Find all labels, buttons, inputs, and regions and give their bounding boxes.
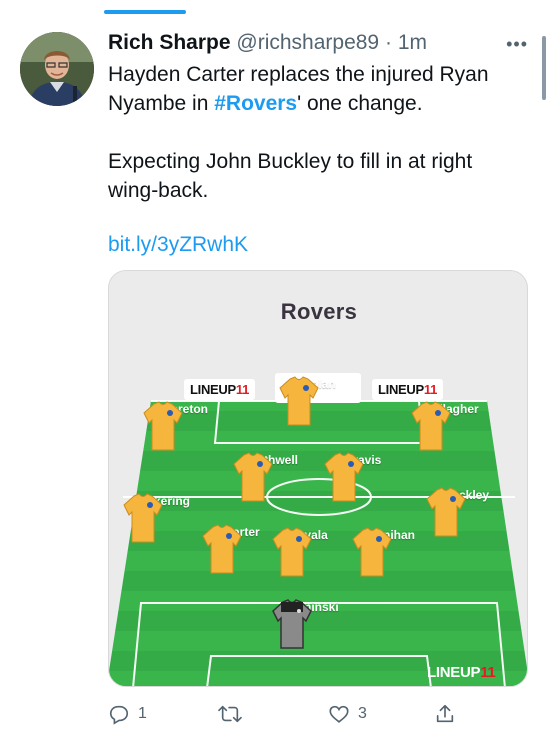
player-slot: Dolan bbox=[279, 376, 359, 426]
tweet-text-post: ' one change. bbox=[297, 92, 423, 115]
reply-count: 1 bbox=[138, 705, 147, 722]
lineup11-watermark: LINEUP11 bbox=[427, 664, 496, 681]
pitch-graphic bbox=[109, 373, 527, 686]
reply-icon bbox=[109, 705, 129, 725]
reply-button[interactable]: 1 bbox=[108, 700, 147, 728]
card-title: Rovers bbox=[280, 299, 358, 324]
player-slot: Ayala bbox=[272, 527, 352, 577]
like-button[interactable]: 3 bbox=[328, 700, 367, 728]
separator-dot: · bbox=[384, 31, 392, 54]
tweet-header: Rich Sharpe @richsharpe89 · 1m bbox=[108, 31, 528, 57]
lineup11-logo: LINEUP11 bbox=[184, 379, 256, 400]
author-handle[interactable]: @richsharpe89 bbox=[236, 31, 379, 54]
tweet-paragraph-2: Expecting John Buckley to fill in at rig… bbox=[108, 150, 473, 202]
tweet-time[interactable]: 1m bbox=[398, 31, 427, 54]
retweet-button[interactable] bbox=[218, 700, 242, 728]
shirt-icon bbox=[279, 376, 319, 426]
shirt-icon bbox=[233, 452, 273, 502]
avatar[interactable] bbox=[20, 32, 94, 106]
shirt-icon bbox=[143, 401, 183, 451]
player-slot: Kaminski bbox=[272, 599, 352, 649]
player-slot: Gallagher bbox=[411, 401, 491, 451]
share-icon bbox=[436, 704, 454, 723]
tweet-text: Hayden Carter replaces the injured Ryan … bbox=[108, 60, 528, 205]
tweet[interactable]: Rich Sharpe @richsharpe89 · 1m ••• Hayde… bbox=[0, 0, 550, 750]
player-slot: Brereton bbox=[143, 401, 223, 451]
avatar-photo bbox=[20, 32, 94, 106]
scrollbar[interactable] bbox=[542, 36, 546, 100]
shirt-icon bbox=[426, 487, 466, 537]
shirt-icon bbox=[123, 493, 163, 543]
heart-icon bbox=[329, 705, 349, 723]
player-slot: Lenihan bbox=[352, 527, 432, 577]
player-slot: Rothwell bbox=[233, 452, 313, 502]
player-slot: Pickering bbox=[123, 493, 203, 543]
more-dots-icon[interactable]: ••• bbox=[506, 34, 528, 55]
tweet-paragraph-1: Hayden Carter replaces the injured Ryan … bbox=[108, 60, 528, 118]
player-slot: Carter bbox=[202, 524, 282, 574]
shirt-icon bbox=[411, 401, 451, 451]
player-slot: Travis bbox=[324, 452, 404, 502]
tweet-actions: 1 3 bbox=[0, 700, 550, 730]
goalkeeper-shirt-icon bbox=[272, 599, 312, 649]
lineup11-logo: LINEUP11 bbox=[372, 379, 444, 400]
shirt-icon bbox=[324, 452, 364, 502]
share-button[interactable] bbox=[434, 700, 456, 728]
shirt-icon bbox=[352, 527, 392, 577]
shirt-icon bbox=[202, 524, 242, 574]
player-slot: Buckley bbox=[426, 487, 506, 537]
hashtag-link[interactable]: #Rovers bbox=[214, 92, 297, 115]
author-name[interactable]: Rich Sharpe bbox=[108, 31, 231, 54]
tweet-link[interactable]: bit.ly/3yZRwhK bbox=[108, 233, 248, 257]
top-accent-bar bbox=[104, 10, 186, 14]
lineup-image-card[interactable]: Rovers LINEUP11 LINEUP11 Dolan Brereton … bbox=[108, 270, 528, 687]
like-count: 3 bbox=[358, 705, 367, 722]
retweet-icon bbox=[218, 705, 242, 723]
shirt-icon bbox=[272, 527, 312, 577]
